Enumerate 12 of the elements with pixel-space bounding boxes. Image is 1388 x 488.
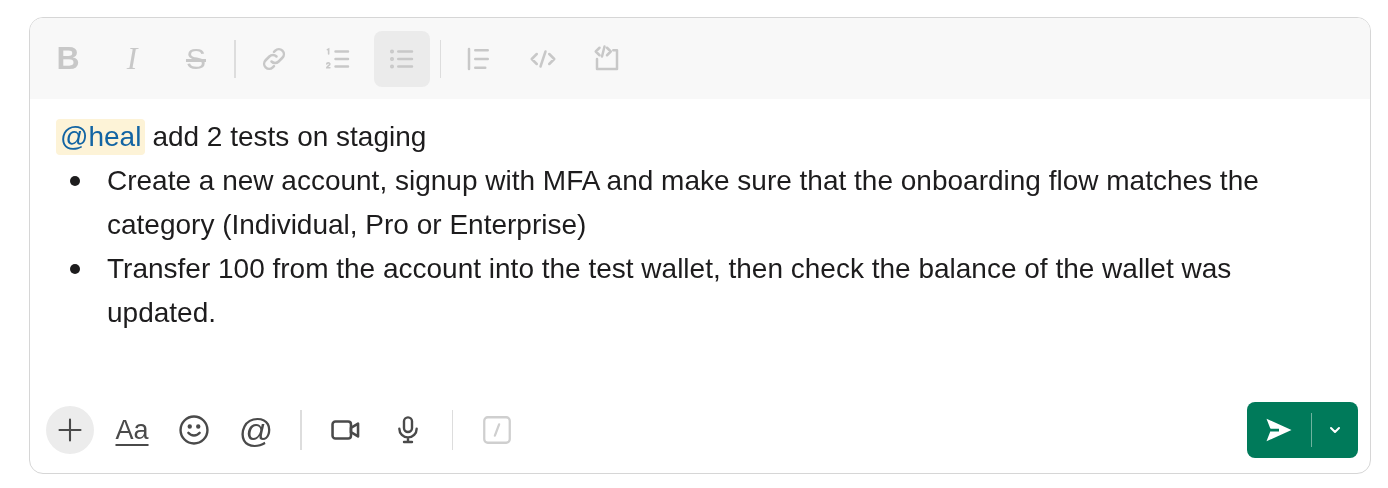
bullet-icon (70, 264, 80, 274)
text-format-button[interactable]: Aa (108, 406, 156, 454)
bullet-text: Create a new account, signup with MFA and make sure that the onboarding flow matches the category (Individual, Pro or Enterprise) (107, 164, 1260, 242)
message-text: add 2 tests on staging (152, 120, 427, 154)
slash-icon (480, 413, 514, 447)
plus-icon (56, 416, 84, 444)
smiley-icon (177, 413, 211, 447)
mention-button[interactable]: @ (232, 406, 280, 454)
user-mention[interactable]: @heal (56, 119, 146, 155)
bullet-icon (70, 176, 80, 186)
add-button[interactable] (46, 406, 94, 454)
bullet-text: Transfer 100 from the account into the test wallet, then check the balance of the wallet was updated. (107, 252, 1233, 330)
